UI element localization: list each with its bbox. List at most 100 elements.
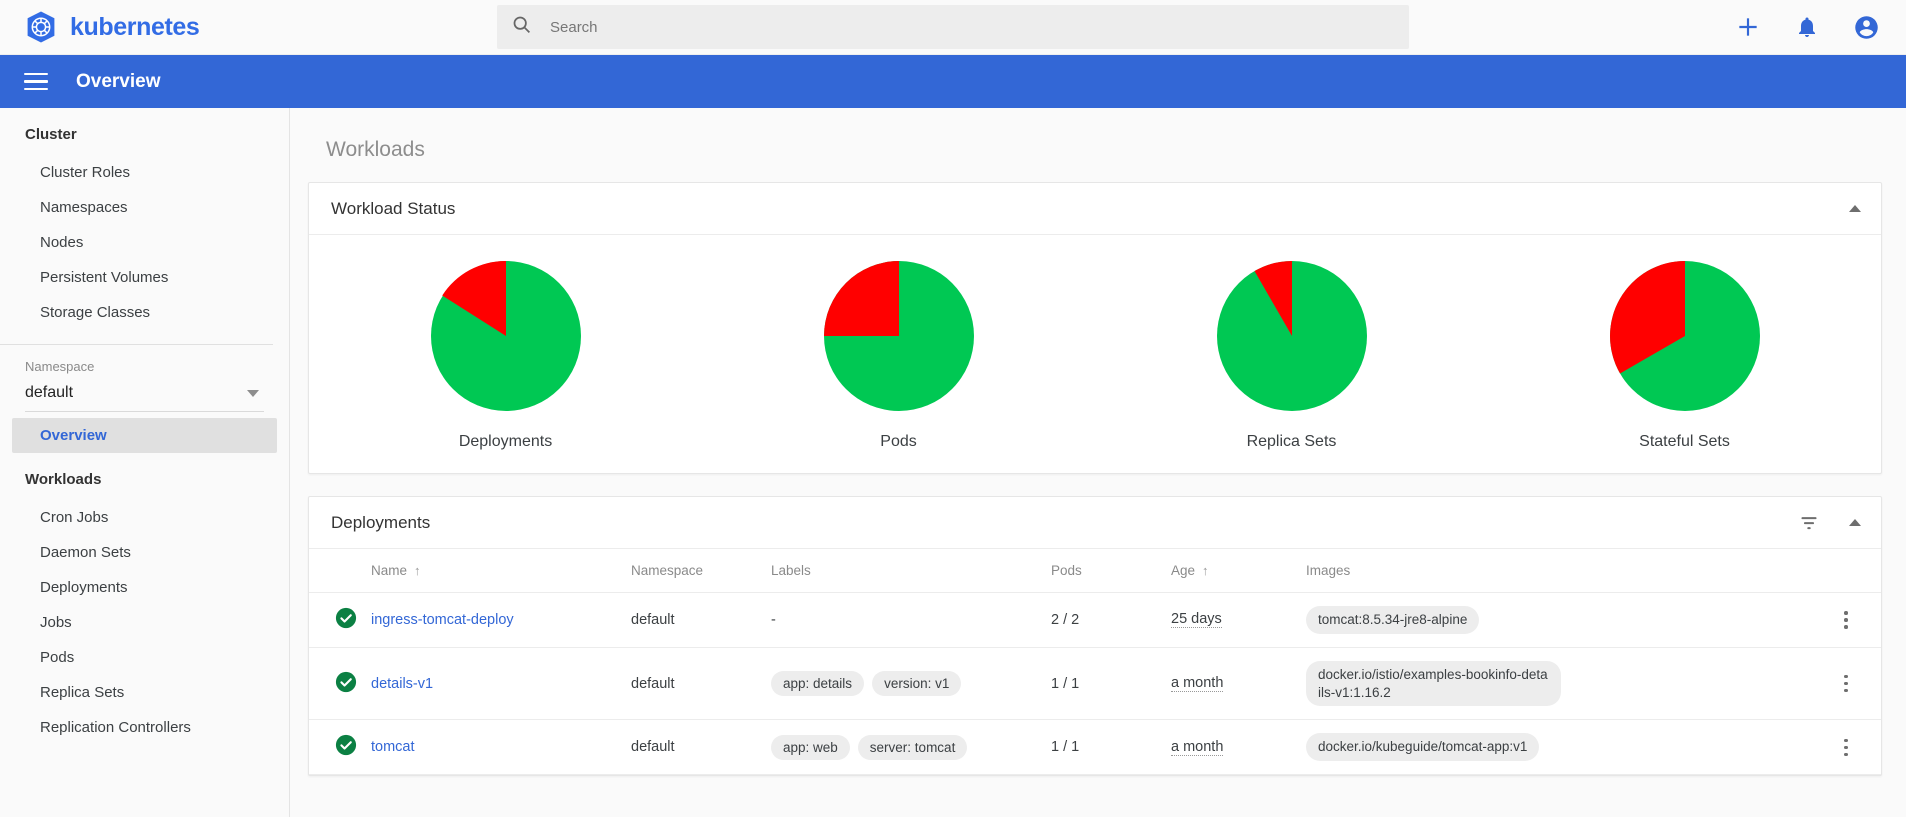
- filter-list-icon[interactable]: [1799, 513, 1819, 533]
- arrow-up-icon: ↑: [414, 563, 421, 578]
- table-row[interactable]: ingress-tomcat-deploy default - 2 / 2 25…: [309, 592, 1881, 648]
- chevron-down-icon: [247, 389, 259, 397]
- search-box[interactable]: [497, 5, 1409, 49]
- row-labels: -: [771, 592, 1051, 648]
- row-name: ingress-tomcat-deploy: [371, 592, 631, 648]
- image-chip: tomcat:8.5.34-jre8-alpine: [1306, 606, 1480, 634]
- sidebar-item-overview[interactable]: Overview: [12, 418, 277, 453]
- workload-status-actions: [1849, 205, 1861, 212]
- sidebar-item-replica-sets[interactable]: Replica Sets: [0, 675, 289, 710]
- sidebar-item-pods[interactable]: Pods: [0, 640, 289, 675]
- row-name: tomcat: [371, 719, 631, 776]
- sidebar-item-daemon-sets[interactable]: Daemon Sets: [0, 535, 289, 570]
- pie-chart-replica-sets: Replica Sets: [1095, 261, 1488, 451]
- th-namespace[interactable]: Namespace: [631, 549, 771, 593]
- sidebar-item-nodes[interactable]: Nodes: [0, 225, 289, 260]
- th-age[interactable]: Age ↑: [1171, 549, 1306, 593]
- check-circle-icon: [335, 671, 363, 697]
- label-chip[interactable]: server: tomcat: [857, 734, 968, 760]
- namespace-value: default: [25, 384, 74, 401]
- th-name[interactable]: Name ↑: [371, 549, 631, 593]
- row-pods: 2 / 2: [1051, 592, 1171, 648]
- deployments-card: Deployments Name ↑ Namespace Labels Pods…: [308, 496, 1882, 777]
- namespace-select[interactable]: default: [25, 384, 264, 412]
- check-circle-icon: [335, 607, 363, 633]
- sidebar-item-replication-controllers[interactable]: Replication Controllers: [0, 710, 289, 745]
- th-labels[interactable]: Labels: [771, 549, 1051, 593]
- row-pods: 1 / 1: [1051, 719, 1171, 776]
- pie-svg-deployments: [430, 261, 581, 411]
- pie-chart-deployments: Deployments: [309, 261, 702, 451]
- deployments-table-body: ingress-tomcat-deploy default - 2 / 2 25…: [309, 592, 1881, 776]
- row-menu: [1819, 592, 1881, 648]
- main-content: Workloads Workload Status Deployments Po…: [290, 108, 1906, 817]
- row-images: docker.io/istio/examples-bookinfo-detail…: [1306, 647, 1819, 721]
- search-icon: [511, 14, 532, 40]
- label-chip[interactable]: version: v1: [872, 671, 962, 697]
- row-labels: app: web server: tomcat: [771, 719, 1051, 776]
- account-circle-icon[interactable]: [1853, 14, 1880, 41]
- th-pods[interactable]: Pods: [1051, 549, 1171, 593]
- plus-icon[interactable]: [1735, 14, 1761, 40]
- row-namespace: default: [631, 719, 771, 776]
- content-heading: Workloads: [326, 138, 425, 161]
- sidebar-item-persistent-volumes[interactable]: Persistent Volumes: [0, 260, 289, 295]
- sidebar-group-cluster: Cluster: [25, 126, 77, 143]
- arrow-up-icon: ↑: [1202, 563, 1209, 578]
- sidebar-item-cron-jobs[interactable]: Cron Jobs: [0, 500, 289, 535]
- brand[interactable]: kubernetes: [0, 10, 290, 44]
- th-age-label: Age: [1171, 563, 1196, 578]
- row-status: [309, 647, 371, 721]
- sidebar-item-namespaces[interactable]: Namespaces: [0, 190, 289, 225]
- deployments-title: Deployments: [331, 512, 431, 532]
- th-status: [309, 549, 371, 593]
- deployment-link[interactable]: ingress-tomcat-deploy: [371, 612, 514, 628]
- deployment-link[interactable]: details-v1: [371, 676, 433, 692]
- sidebar-item-jobs[interactable]: Jobs: [0, 605, 289, 640]
- namespace-selector-block: Namespace default: [0, 345, 289, 412]
- row-namespace: default: [631, 647, 771, 721]
- pie-svg-stateful-sets: [1609, 261, 1760, 411]
- search-input[interactable]: [550, 18, 1395, 36]
- caret-up-icon[interactable]: [1849, 519, 1861, 526]
- row-labels: app: details version: v1: [771, 647, 1051, 721]
- label-chip[interactable]: app: details: [771, 671, 865, 697]
- app-bar: Overview: [0, 55, 1906, 108]
- more-vert-icon[interactable]: [1819, 738, 1873, 757]
- more-vert-icon[interactable]: [1819, 611, 1873, 629]
- namespace-label: Namespace: [25, 359, 95, 374]
- page-title: Overview: [76, 70, 161, 92]
- deployment-link[interactable]: tomcat: [371, 739, 415, 755]
- table-header-row: Name ↑ Namespace Labels Pods Age ↑ Images: [309, 549, 1881, 593]
- pie-chart-stateful-sets: Stateful Sets: [1488, 261, 1881, 451]
- sidebar-item-storage-classes[interactable]: Storage Classes: [0, 295, 289, 330]
- deployments-actions: [1799, 513, 1861, 533]
- row-status: [309, 592, 371, 648]
- sidebar-group-workloads: Workloads: [25, 471, 102, 488]
- th-menu: [1819, 549, 1881, 593]
- th-images[interactable]: Images: [1306, 549, 1819, 593]
- check-circle-icon: [335, 734, 363, 760]
- image-chip: docker.io/kubeguide/tomcat-app:v1: [1306, 733, 1540, 762]
- row-age: a month: [1171, 719, 1306, 776]
- row-age: a month: [1171, 647, 1306, 721]
- deployments-table-head: Name ↑ Namespace Labels Pods Age ↑ Images: [309, 549, 1881, 593]
- label-chip[interactable]: app: web: [771, 734, 850, 760]
- caret-up-icon[interactable]: [1849, 205, 1861, 212]
- hamburger-menu-icon[interactable]: [20, 69, 52, 95]
- sidebar-item-cluster-roles[interactable]: Cluster Roles: [0, 155, 289, 190]
- workload-status-title: Workload Status: [331, 198, 456, 218]
- pie-label-deployments: Deployments: [458, 433, 553, 450]
- search-container: [290, 5, 1616, 49]
- more-vert-icon[interactable]: [1819, 674, 1873, 693]
- table-row[interactable]: details-v1 default app: details version: …: [309, 647, 1881, 721]
- row-namespace: default: [631, 592, 771, 648]
- bell-icon[interactable]: [1795, 15, 1819, 39]
- sidebar-item-deployments[interactable]: Deployments: [0, 570, 289, 605]
- sidebar: Cluster Cluster Roles Namespaces Nodes P…: [0, 108, 290, 817]
- row-age: 25 days: [1171, 592, 1306, 648]
- table-row[interactable]: tomcat default app: web server: tomcat 1 …: [309, 719, 1881, 776]
- row-age-value: 25 days: [1171, 611, 1222, 629]
- row-images: docker.io/kubeguide/tomcat-app:v1: [1306, 719, 1819, 776]
- workload-status-header: Workload Status: [309, 183, 1881, 235]
